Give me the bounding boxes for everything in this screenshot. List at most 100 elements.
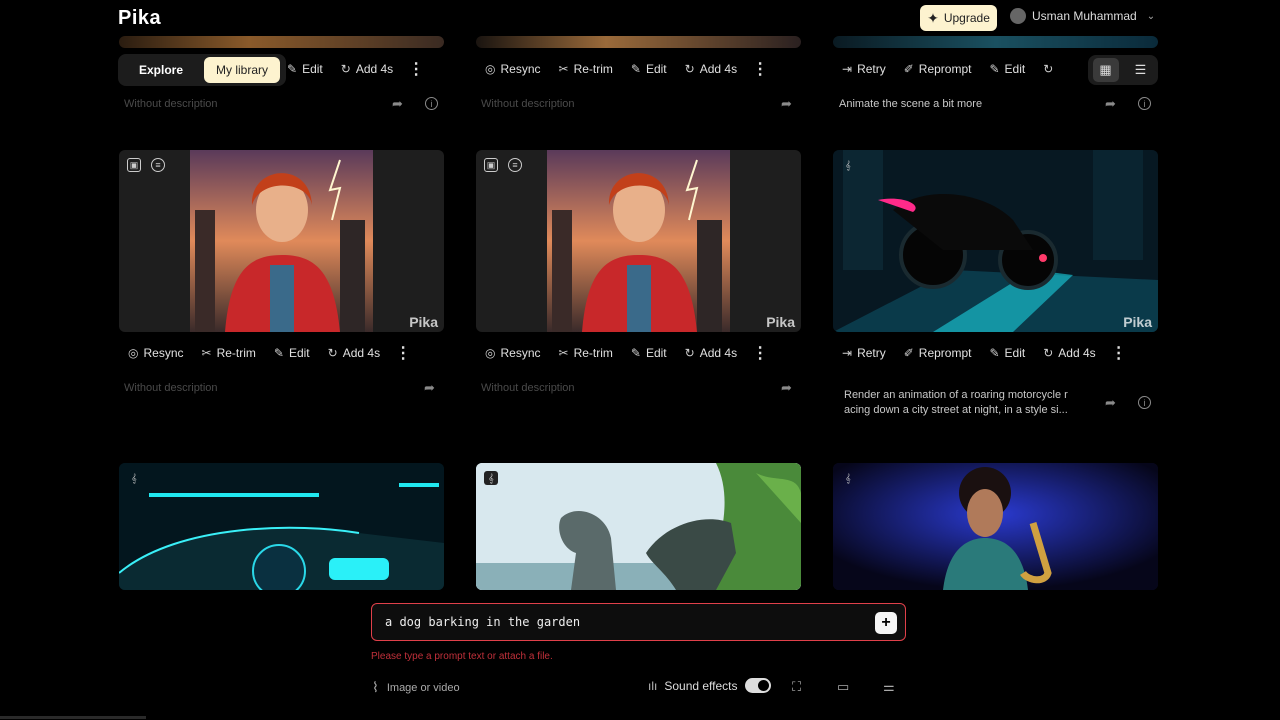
view-tabs: Explore My library [118,54,286,86]
info-icon[interactable]: i [1138,396,1151,409]
info-icon[interactable]: i [425,97,438,110]
sound-effects-toggle[interactable] [744,678,771,693]
layout-toggle: ▦ ☰ [1088,55,1158,85]
tab-explore[interactable]: Explore [122,57,200,83]
extend-icon: ↻ [684,346,695,360]
retrim-label: Re-trim [573,346,613,360]
grid-view-icon[interactable]: ▦ [1092,58,1119,82]
upgrade-button[interactable]: ✦ Upgrade [920,5,997,31]
card-description-line1: Render an animation of a roaring motorcy… [844,389,1068,401]
retrim-button[interactable]: ✂ Re-trim [550,62,622,76]
saxophone-player-image [833,463,1158,590]
extend-icon: ↻ [1043,62,1054,76]
add-4s-button[interactable]: ↻ Add 4s [676,346,746,360]
video-thumbnail[interactable]: ▣ ≡ Pika [476,150,801,332]
add-4s-button[interactable]: ↻ Add 4s [1034,346,1104,360]
more-options-icon[interactable]: ⋮ [746,59,774,79]
edit-label: Edit [302,62,323,76]
red-jacket-character-image [190,150,373,332]
pika-watermark: Pika [409,314,438,330]
resync-button[interactable]: ◎ Resync [119,346,193,360]
camera-icon[interactable]: ▭ [837,679,849,695]
resync-button[interactable]: ◎ Resync [476,62,550,76]
prompt-input[interactable]: a dog barking in the garden + [371,603,906,641]
user-name: Usman Muhammad [1032,9,1137,23]
pencil-icon: ✐ [903,62,914,76]
video-thumbnail[interactable]: 𝄞 [119,463,444,590]
more-options-icon[interactable]: ⋮ [1105,343,1133,363]
wand-icon: ✎ [630,62,641,76]
edit-button[interactable]: ✎ Edit [980,62,1034,76]
retry-button[interactable]: ⇥ Retry [833,62,895,76]
edit-button[interactable]: ✎ Edit [622,346,676,360]
wand-icon: ✎ [989,346,1000,360]
extend-icon: ↻ [340,62,351,76]
pencil-icon: ✐ [903,346,914,360]
resync-button[interactable]: ◎ Resync [476,346,550,360]
share-icon[interactable]: ➦ [781,380,792,396]
card-actions: ◎ Resync ✂ Re-trim ✎ Edit ↻ Add 4s ⋮ [476,55,774,83]
retrim-button[interactable]: ✂ Re-trim [193,346,265,360]
reprompt-button[interactable]: ✐ Reprompt [895,346,981,360]
app-logo[interactable]: Pika [118,7,161,30]
attach-media-button[interactable]: ⌇ Image or video [372,679,460,696]
video-thumbnail[interactable] [119,36,444,48]
retry-button[interactable]: ⇥ Retry [833,346,895,360]
video-thumbnail[interactable] [476,36,801,48]
horizontal-scrollbar[interactable] [0,716,146,719]
dog-garden-image [476,463,801,590]
add-4s-button[interactable]: ↻ Add 4s [332,62,402,76]
thumbnail-badges: 𝄞 [841,471,855,485]
scissors-icon: ✂ [201,346,212,360]
thumbnail-badges: 𝄞 [484,471,498,485]
video-thumbnail[interactable] [833,36,1158,48]
more-options-icon[interactable]: ⋮ [402,59,430,79]
resync-icon: ◎ [128,346,139,360]
share-icon[interactable]: ➦ [1105,395,1116,411]
retrim-button[interactable]: ✂ Re-trim [550,346,622,360]
prompt-text[interactable]: a dog barking in the garden [385,615,580,629]
card-actions: ⇥ Retry ✐ Reprompt ✎ Edit ↻ Add 4s ⋮ [833,339,1133,367]
add-4s-label: Add 4s [342,346,381,360]
user-menu[interactable]: Usman Muhammad ⌄ [1010,8,1155,24]
video-thumbnail[interactable]: 𝄞 [476,463,801,590]
thumbnail-badges: 𝄞 [841,158,855,172]
edit-label: Edit [645,62,667,76]
edit-button[interactable]: ✎ Edit [980,346,1034,360]
aspect-ratio-icon[interactable]: ⛶ [792,679,801,695]
edit-button[interactable]: ✎ Edit [265,346,319,360]
image-icon: ▣ [127,158,141,172]
sound-effects-label: Sound effects [664,678,738,693]
share-icon[interactable]: ➦ [781,96,792,112]
card-description-line2: acing down a city street at night, in a … [844,404,1068,416]
resync-label: Resync [500,62,541,76]
tab-my-library[interactable]: My library [204,57,280,83]
info-icon[interactable]: i [1138,97,1151,110]
more-options-icon[interactable]: ⋮ [389,343,417,363]
sound-wave-icon: 𝄞 [131,472,137,483]
share-icon[interactable]: ➦ [424,380,435,396]
extend-icon: ↻ [327,346,338,360]
extend-icon: ↻ [684,62,695,76]
add-4s-button[interactable]: ↻ Add 4s [319,346,389,360]
video-thumbnail[interactable]: 𝄞 [833,463,1158,590]
add-4s-button[interactable]: ↻ [1034,62,1062,76]
generate-button[interactable]: + [875,612,897,634]
video-thumbnail[interactable]: 𝄞 Pika [833,150,1158,332]
edit-button[interactable]: ✎ Edit [278,62,332,76]
share-icon[interactable]: ➦ [1105,96,1116,112]
reprompt-button[interactable]: ✐ Reprompt [895,62,981,76]
more-options-icon[interactable]: ⋮ [746,343,774,363]
attach-label: Image or video [386,681,460,694]
wand-icon: ✎ [287,62,298,76]
edit-button[interactable]: ✎ Edit [622,62,676,76]
list-view-icon[interactable]: ☰ [1128,58,1154,82]
add-4s-button[interactable]: ↻ Add 4s [676,62,746,76]
retrim-label: Re-trim [573,62,613,76]
video-thumbnail[interactable]: ▣ ≡ Pika [119,150,444,332]
prompt-error: Please type a prompt text or attach a fi… [371,651,553,662]
share-icon[interactable]: ➦ [392,96,403,112]
settings-sliders-icon[interactable]: ⚌ [883,679,895,695]
resync-icon: ◎ [485,346,496,360]
retry-label: Retry [857,346,886,360]
